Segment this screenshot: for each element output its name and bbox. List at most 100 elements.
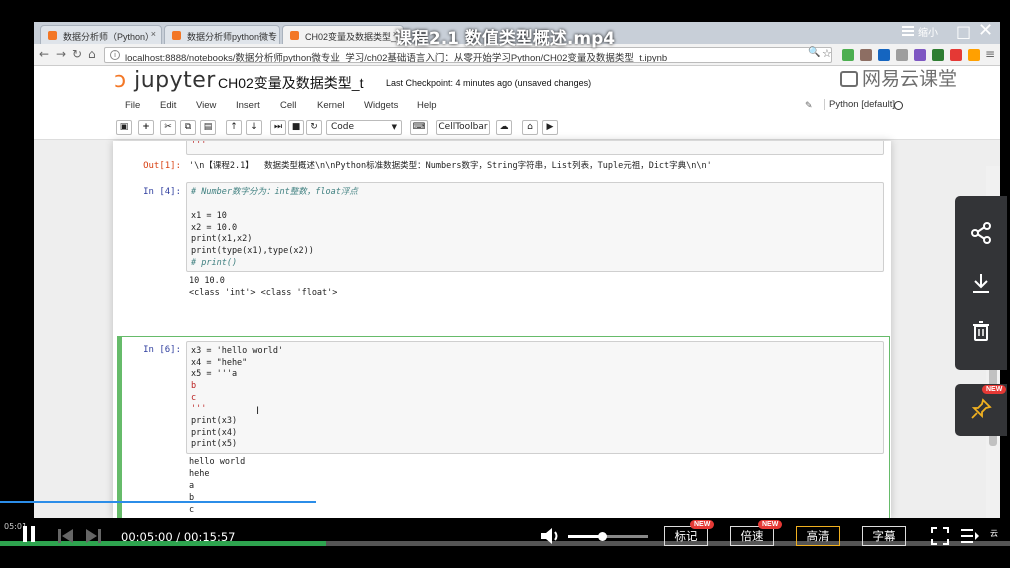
forward-icon[interactable]: → (56, 47, 66, 61)
output-line: b (189, 493, 195, 503)
volume-icon[interactable] (541, 527, 561, 549)
menu-file[interactable]: File (125, 100, 140, 111)
code-line: x3 = 'hello world' (191, 346, 284, 356)
browser-window: 数据分析师（Python） × 数据分析师python微专 × CH02变量及数据类… (34, 22, 1000, 518)
output-text: '\n【课程2.1】 数据类型概述\n\nPython标准数据类型：Number… (189, 161, 712, 171)
menu-view[interactable]: View (196, 100, 216, 111)
reload-icon[interactable]: ↻ (72, 47, 82, 61)
code-cell-input[interactable]: x3 = 'hello world' x4 = "hehe" x5 = '''a… (186, 341, 884, 454)
menu-widgets[interactable]: Widgets (364, 100, 398, 111)
extension-icon[interactable] (914, 49, 926, 61)
extension-icon[interactable] (950, 49, 962, 61)
copy-icon[interactable]: ⧉ (180, 120, 196, 135)
jupyter-header: ɔ jupyter CH02变量及数据类型_t Last Checkpoint:… (34, 66, 1000, 94)
maximize-button[interactable]: □ (956, 22, 971, 42)
watermark-box-icon (840, 71, 858, 87)
code-line: print(x5) (191, 439, 238, 449)
code-line: x5 = '''a (191, 369, 238, 379)
extension-icon[interactable] (968, 49, 980, 61)
output-line: hello world (189, 457, 246, 467)
speed-button[interactable]: 倍速 (730, 526, 774, 546)
notebook-container: ''' Out[1]: '\n【课程2.1】 数据类型概述\n\nPython标… (113, 141, 891, 518)
save-icon[interactable]: ▣ (116, 120, 132, 135)
upload-icon[interactable]: ☁ (496, 120, 512, 135)
text-cursor-icon: I (256, 405, 260, 417)
volume-fill (568, 535, 602, 538)
code-line: x1 = 10 (191, 211, 227, 221)
celltoolbar-button[interactable]: CellToolbar (436, 120, 490, 135)
code-comment: # print() (191, 258, 238, 268)
back-icon[interactable]: ← (39, 47, 49, 61)
new-badge: NEW (758, 520, 783, 529)
output-line: <class 'int'> <class 'float'> (189, 288, 338, 298)
playlist-icon[interactable] (961, 528, 979, 548)
edit-pencil-icon[interactable]: ✎ (805, 100, 813, 111)
code-line: print(x3) (191, 416, 238, 426)
download-icon[interactable] (969, 272, 993, 296)
code-line: b (191, 381, 197, 391)
time-display: 00:05:00 / 00:15:57 (121, 530, 236, 544)
side-panel (955, 196, 1007, 370)
brand-corner-logo: 云 (990, 529, 998, 538)
extension-icon[interactable] (896, 49, 908, 61)
share-icon[interactable] (969, 222, 993, 246)
subtitle-button[interactable]: 字幕 (862, 526, 906, 546)
home-icon[interactable]: ⌂ (88, 47, 96, 61)
run-icon[interactable]: ⏭ (270, 120, 286, 135)
output-line: c (189, 505, 195, 515)
extension-icon[interactable] (878, 49, 890, 61)
stop-icon[interactable]: ■ (288, 120, 304, 135)
restart-icon[interactable]: ↻ (306, 120, 322, 135)
quality-button[interactable]: 高清 (796, 526, 840, 546)
close-button[interactable]: ✕ (978, 20, 993, 41)
in-prompt: In [6]: (143, 345, 181, 355)
checkpoint-status: Last Checkpoint: 4 minutes ago (unsaved … (386, 78, 592, 88)
video-player: 课程2.1 数值类型概述.mp4 缩小 □ ✕ 数据分析师（Python） × 数… (0, 0, 1010, 568)
watermark-logo: 网易云课堂 (840, 64, 957, 91)
address-bar[interactable]: i localhost:8888/notebooks/数据分析师python微专业… (104, 47, 832, 63)
minimize-button[interactable]: 缩小 (918, 24, 938, 44)
move-down-icon[interactable]: ↓ (246, 120, 262, 135)
output-line: a (189, 481, 195, 491)
menu-bar: File Edit View Insert Cell Kernel Widget… (34, 94, 1000, 116)
code-comment: # Number数字分为：int整数，float浮点 (191, 187, 358, 197)
extension-icon[interactable] (842, 49, 854, 61)
jupyter-logo[interactable]: ɔ jupyter (114, 68, 216, 93)
move-up-icon[interactable]: ↑ (226, 120, 242, 135)
present-icon[interactable]: ▶ (542, 120, 558, 135)
extension-icon[interactable] (860, 49, 872, 61)
keyboard-icon[interactable]: ⌨ (410, 120, 428, 135)
paste-icon[interactable]: ▤ (200, 120, 216, 135)
code-line: ''' (191, 404, 207, 414)
cell-type-select[interactable]: Code ▼ (326, 120, 402, 135)
notebook-toolbar: ▣ + ✂ ⧉ ▤ ↑ ↓ ⏭ ■ ↻ Code ▼ ⌨ CellToolbar … (34, 116, 1000, 140)
menu-icon[interactable] (902, 24, 914, 44)
insert-cell-icon[interactable]: + (138, 120, 154, 135)
fullscreen-icon[interactable] (931, 527, 949, 549)
new-badge: NEW (982, 385, 1007, 394)
mark-button[interactable]: 标记 (664, 526, 708, 546)
home-icon[interactable]: ⌂ (522, 120, 538, 135)
code-line: print(type(x1),type(x2)) (191, 246, 314, 256)
menu-kernel[interactable]: Kernel (317, 100, 344, 111)
cut-icon[interactable]: ✂ (160, 120, 176, 135)
volume-knob[interactable] (597, 532, 607, 541)
video-title: 课程2.1 数值类型概述.mp4 (394, 29, 616, 49)
extension-icon[interactable] (932, 49, 944, 61)
previous-icon[interactable] (58, 528, 74, 547)
notebook-name[interactable]: CH02变量及数据类型_t (218, 73, 363, 93)
menu-insert[interactable]: Insert (236, 100, 260, 111)
next-icon[interactable] (86, 528, 102, 547)
buffer-indicator (0, 501, 316, 503)
menu-help[interactable]: Help (417, 100, 437, 111)
menu-edit[interactable]: Edit (160, 100, 176, 111)
previous-cell-input[interactable]: ''' (186, 141, 884, 155)
menu-cell[interactable]: Cell (280, 100, 296, 111)
browser-menu-icon[interactable]: ≡ (985, 47, 995, 61)
chevron-down-icon: ▼ (391, 123, 397, 131)
pause-icon[interactable] (22, 526, 36, 546)
code-cell-input[interactable]: # Number数字分为：int整数，float浮点 x1 = 10 x2 = … (186, 182, 884, 272)
output-line: hehe (189, 469, 210, 479)
pin-icon[interactable] (969, 398, 993, 422)
delete-icon[interactable] (969, 320, 993, 344)
